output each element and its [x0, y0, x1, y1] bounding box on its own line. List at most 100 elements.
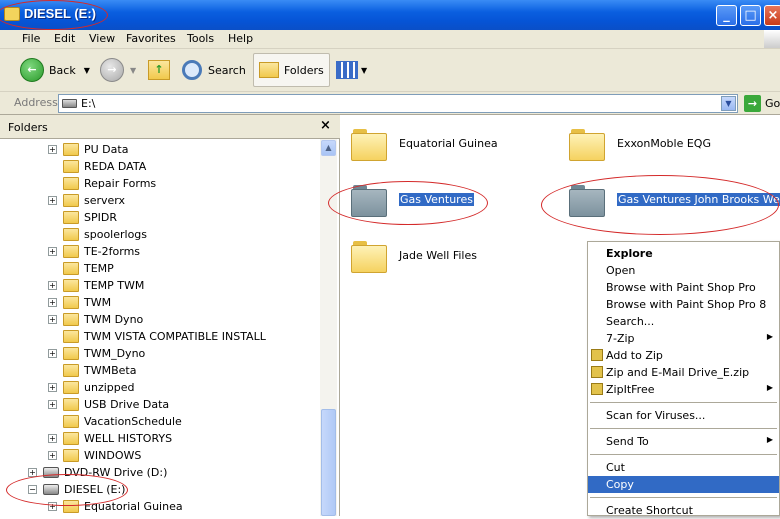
expand-icon[interactable]: + [48, 434, 57, 443]
menu-help[interactable]: Help [228, 32, 253, 45]
context-menu-item-open[interactable]: Open [588, 262, 779, 279]
folder-icon [63, 415, 79, 428]
scrollbar-thumb[interactable] [321, 409, 336, 516]
search-button[interactable]: Search [182, 53, 246, 87]
zip-icon [591, 349, 603, 361]
back-button[interactable]: ← Back ▼ [20, 53, 90, 87]
tree-item-label: TWMBeta [84, 364, 137, 377]
context-menu-item-7-zip[interactable]: 7-Zip ▶ [588, 330, 779, 347]
tree-item[interactable]: + Equatorial Guinea [0, 498, 320, 515]
context-menu-item-cut[interactable]: Cut [588, 459, 779, 476]
tree-scrollbar[interactable]: ▲ [320, 139, 337, 516]
window-title: DIESEL (E:) [24, 6, 96, 21]
tree-item[interactable]: VacationSchedule [0, 413, 320, 430]
folder-tree: + PU Data REDA DATA Repair Forms + serverx SPI… [0, 139, 320, 516]
address-dropdown-icon[interactable]: ▼ [721, 96, 736, 111]
menu-view[interactable]: View [89, 32, 115, 45]
context-menu-item-send-to[interactable]: Send To ▶ [588, 433, 779, 450]
context-menu-item-add-to-zip[interactable]: Add to Zip [588, 347, 779, 364]
expand-icon[interactable]: + [48, 383, 57, 392]
tree-item[interactable]: + TE-2forms [0, 243, 320, 260]
folders-button[interactable]: Folders [253, 53, 330, 87]
context-menu-item-zipitfree[interactable]: ZipItFree ▶ [588, 381, 779, 398]
collapse-icon[interactable]: − [28, 485, 37, 494]
tree-item[interactable]: TWM VISTA COMPATIBLE INSTALL [0, 328, 320, 345]
folder-icon [351, 183, 387, 217]
forward-dropdown-icon[interactable]: ▼ [130, 66, 136, 75]
expand-icon[interactable]: + [48, 298, 57, 307]
tree-item-label: DIESEL (E:) [64, 483, 126, 496]
forward-button[interactable]: → ▼ [100, 53, 136, 87]
tree-item-label: WINDOWS [84, 449, 142, 462]
tree-item[interactable]: + unzipped [0, 379, 320, 396]
context-menu-label: Create Shortcut [606, 504, 693, 517]
tree-item[interactable]: + serverx [0, 192, 320, 209]
views-dropdown-icon[interactable]: ▼ [361, 66, 367, 75]
go-button[interactable]: → Go [744, 95, 780, 112]
tree-item[interactable]: SPIDR [0, 209, 320, 226]
menu-tools[interactable]: Tools [187, 32, 214, 45]
menu-edit[interactable]: Edit [54, 32, 75, 45]
tree-item[interactable]: + TWM_Dyno [0, 345, 320, 362]
zip-icon [591, 366, 603, 378]
folder-icon [63, 177, 79, 190]
menu-favorites[interactable]: Favorites [126, 32, 176, 45]
maximize-button[interactable]: □ [740, 5, 761, 26]
tree-item[interactable]: TWMBeta [0, 362, 320, 379]
tree-item[interactable]: + DVD-RW Drive (D:) [0, 464, 320, 481]
tree-item[interactable]: Repair Forms [0, 175, 320, 192]
close-pane-icon[interactable]: × [320, 118, 331, 133]
context-menu-item-explore[interactable]: Explore [588, 245, 779, 262]
folder-icon [63, 228, 79, 241]
context-menu-item-browse-with-paint-shop-pro-8[interactable]: Browse with Paint Shop Pro 8 [588, 296, 779, 313]
context-menu-item-copy[interactable]: Copy [588, 476, 779, 493]
forward-arrow-icon: → [100, 58, 124, 82]
zip-icon [591, 383, 603, 395]
tree-item[interactable]: TEMP [0, 260, 320, 277]
tree-item-label: TWM VISTA COMPATIBLE INSTALL [84, 330, 266, 343]
context-menu-label: Browse with Paint Shop Pro 8 [606, 298, 767, 311]
views-button[interactable]: ▼ [336, 53, 367, 87]
tree-item[interactable]: + TEMP TWM [0, 277, 320, 294]
menu-separator [590, 497, 777, 498]
close-button[interactable]: × [764, 5, 780, 26]
back-dropdown-icon[interactable]: ▼ [84, 66, 90, 75]
tree-item[interactable]: − DIESEL (E:) [0, 481, 320, 498]
back-arrow-icon: ← [20, 58, 44, 82]
expand-icon[interactable]: + [48, 315, 57, 324]
tree-item[interactable]: + TWM [0, 294, 320, 311]
expand-icon[interactable]: + [48, 502, 57, 511]
tree-item-label: unzipped [84, 381, 135, 394]
expand-icon[interactable]: + [48, 349, 57, 358]
folder-icon [63, 398, 79, 411]
context-menu-item-search[interactable]: Search... [588, 313, 779, 330]
context-menu-item-browse-with-paint-shop-pro[interactable]: Browse with Paint Shop Pro [588, 279, 779, 296]
tree-item[interactable]: spoolerlogs [0, 226, 320, 243]
tree-item-label: TWM_Dyno [84, 347, 146, 360]
expand-icon[interactable]: + [48, 145, 57, 154]
expand-icon[interactable]: + [48, 196, 57, 205]
context-menu-item-create-shortcut[interactable]: Create Shortcut [588, 502, 779, 519]
folder-icon [63, 245, 79, 258]
expand-icon[interactable]: + [28, 468, 37, 477]
tree-item[interactable]: + WELL HISTORYS [0, 430, 320, 447]
tree-item-label: TWM [84, 296, 112, 309]
expand-icon[interactable]: + [48, 281, 57, 290]
context-menu-item-scan-for-viruses[interactable]: Scan for Viruses... [588, 407, 779, 424]
tree-item[interactable]: + TWM Dyno [0, 311, 320, 328]
drive-folder-icon [4, 7, 20, 21]
expand-icon[interactable]: + [48, 247, 57, 256]
scroll-up-icon[interactable]: ▲ [321, 140, 336, 156]
expand-icon[interactable]: + [48, 451, 57, 460]
address-input[interactable]: E:\ ▼ [58, 94, 738, 113]
context-menu-label: Copy [606, 478, 634, 491]
tree-item[interactable]: + WINDOWS [0, 447, 320, 464]
context-menu-item-zip-and-e-mail-drive-e-zip[interactable]: Zip and E-Mail Drive_E.zip [588, 364, 779, 381]
menu-file[interactable]: File [22, 32, 40, 45]
expand-icon[interactable]: + [48, 400, 57, 409]
tree-item[interactable]: REDA DATA [0, 158, 320, 175]
minimize-button[interactable]: _ [716, 5, 737, 26]
tree-item[interactable]: + USB Drive Data [0, 396, 320, 413]
tree-item[interactable]: + PU Data [0, 141, 320, 158]
up-folder-button[interactable]: ↑ [148, 53, 170, 87]
